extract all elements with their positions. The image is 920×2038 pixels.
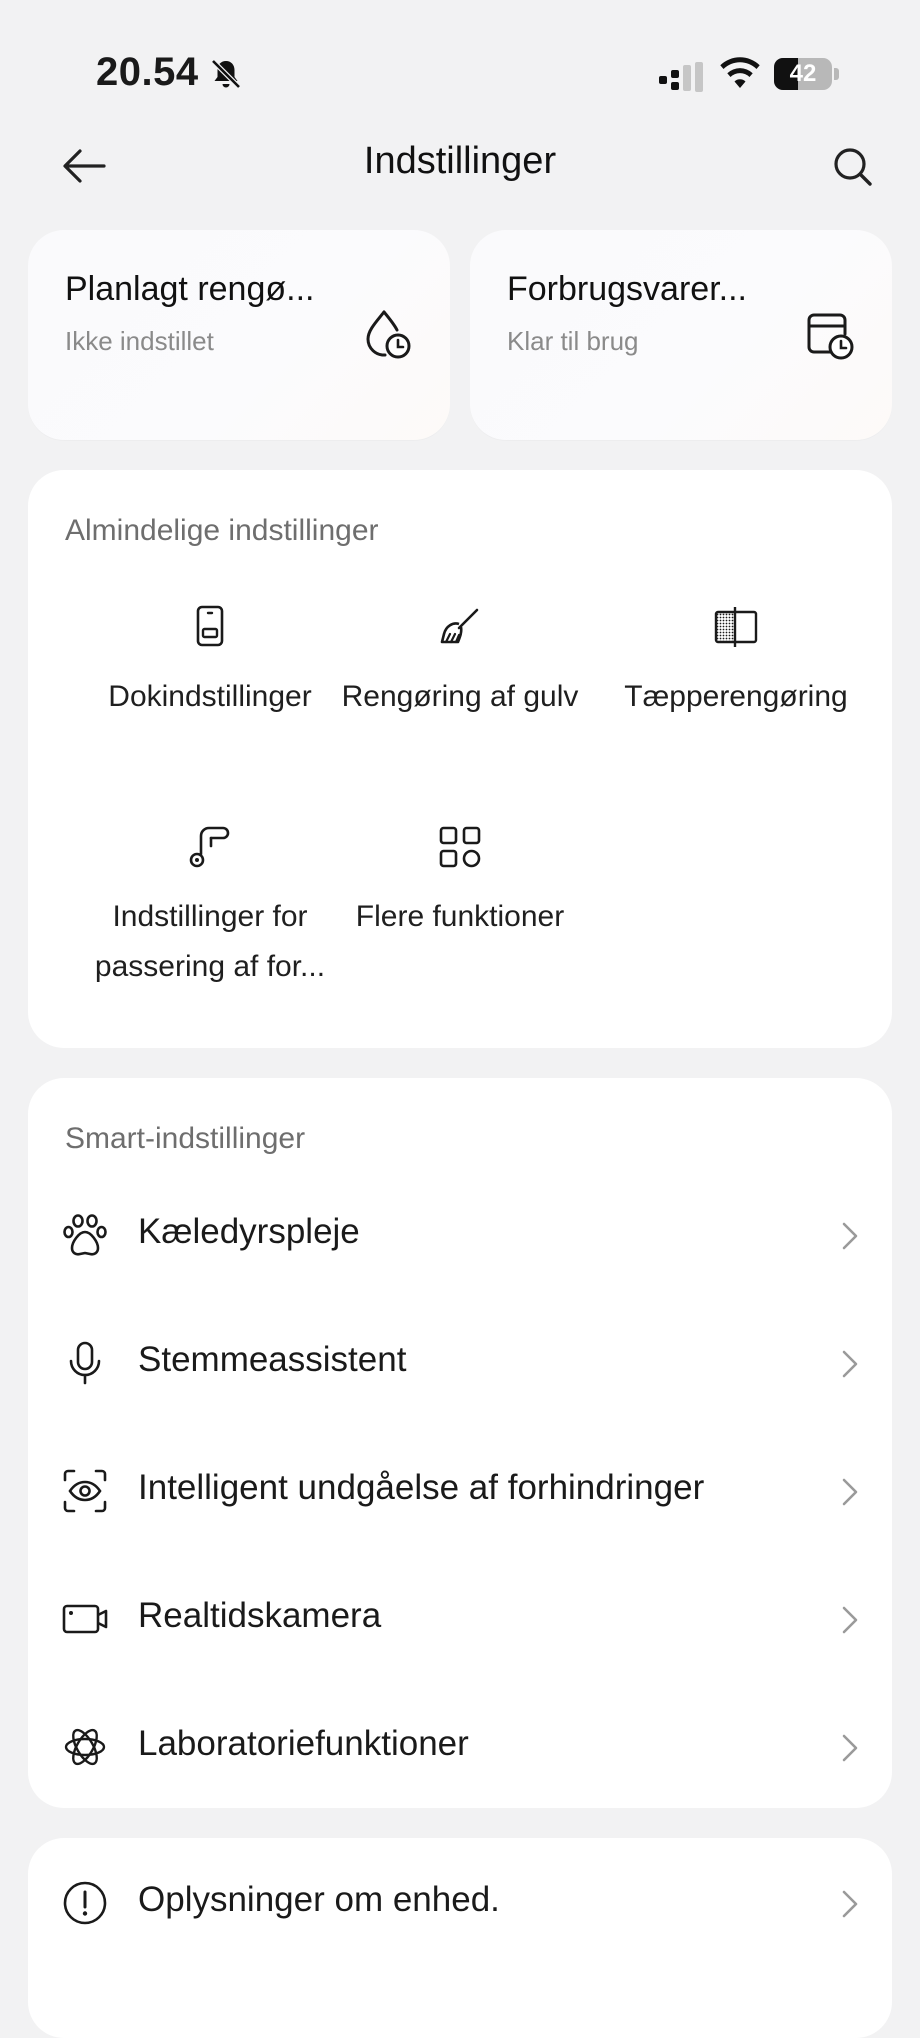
mop-icon: [440, 608, 479, 644]
chevron-right-icon: [842, 1734, 858, 1762]
dock-icon: [196, 605, 224, 647]
obstacle-avoidance-row[interactable]: Intelligent undgåelse af forhindringer: [28, 1426, 892, 1554]
page-title: Indstillinger: [363, 140, 557, 182]
row-label: Intelligent undgåelse af forhindringer: [138, 1468, 705, 1507]
chevron-right-icon: [842, 1478, 858, 1506]
grid-icon: [439, 826, 481, 868]
carpet-cleaning-item[interactable]: Tæpperengøring: [596, 604, 876, 722]
battery-level: 42: [789, 60, 817, 87]
row-label: Kæledyrspleje: [138, 1212, 360, 1251]
section-title: Smart-indstillinger: [65, 1122, 306, 1155]
header: Indstillinger: [0, 120, 920, 220]
device-panel: Oplysninger om enhed.: [28, 1838, 892, 2038]
threshold-icon: [189, 826, 230, 868]
dock-settings-item[interactable]: Dokindstillinger: [70, 604, 350, 722]
chevron-right-icon: [842, 1222, 858, 1250]
microphone-icon: [69, 1341, 101, 1385]
section-title: Almindelige indstillinger: [65, 514, 379, 547]
smart-settings-panel: Smart-indstillinger Kæledyrspleje Stemme…: [28, 1078, 892, 1808]
card-title: Planlagt rengø...: [65, 270, 315, 308]
device-info-row[interactable]: Oplysninger om enhed.: [28, 1838, 892, 1966]
status-time: 20.54: [96, 50, 199, 94]
box-clock-icon: [807, 313, 854, 360]
chevron-right-icon: [842, 1606, 858, 1634]
card-title: Forbrugsvarer...: [507, 270, 747, 308]
chevron-right-icon: [842, 1890, 858, 1918]
chevron-right-icon: [842, 1350, 858, 1378]
item-label: Flere funktioner: [355, 900, 565, 933]
item-label: Tæpperengøring: [624, 680, 848, 713]
row-label: Laboratoriefunktioner: [138, 1724, 469, 1763]
general-settings-panel: Almindelige indstillinger Dokindstilling…: [28, 470, 892, 1048]
battery-icon: 42: [774, 58, 840, 92]
status-bar: 20.54 42: [0, 0, 920, 130]
info-icon: [63, 1881, 107, 1925]
scheduled-cleaning-card[interactable]: Planlagt rengø... Ikke indstillet: [28, 230, 450, 440]
more-features-item[interactable]: Flere funktioner: [320, 824, 600, 942]
row-label: Stemmeassistent: [138, 1340, 407, 1379]
threshold-crossing-item[interactable]: Indstillinger for passering af for...: [70, 824, 350, 992]
voice-assistant-row[interactable]: Stemmeassistent: [28, 1298, 892, 1426]
lab-features-row[interactable]: Laboratoriefunktioner: [28, 1682, 892, 1810]
realtime-camera-row[interactable]: Realtidskamera: [28, 1554, 892, 1682]
signal-icon: [659, 62, 703, 92]
card-subtitle: Klar til brug: [507, 326, 639, 356]
drop-clock-icon: [366, 310, 411, 359]
item-label: Indstillinger for passering af for...: [94, 900, 326, 983]
consumables-card[interactable]: Forbrugsvarer... Klar til brug: [470, 230, 892, 440]
pet-care-row[interactable]: Kæledyrspleje: [28, 1170, 892, 1298]
item-label: Rengøring af gulv: [341, 680, 579, 713]
search-icon[interactable]: [826, 140, 880, 194]
paw-icon: [63, 1214, 107, 1256]
row-label: Realtidskamera: [138, 1596, 382, 1635]
camera-icon: [62, 1604, 108, 1634]
row-label: Oplysninger om enhed.: [138, 1880, 500, 1919]
wifi-icon: [720, 57, 760, 88]
lab-icon: [64, 1728, 106, 1766]
item-label: Dokindstillinger: [108, 680, 312, 713]
eye-scan-icon: [63, 1469, 107, 1513]
carpet-icon: [714, 607, 758, 647]
card-subtitle: Ikke indstillet: [65, 326, 214, 356]
floor-cleaning-item[interactable]: Rengøring af gulv: [320, 604, 600, 722]
bell-muted-icon: [211, 59, 241, 89]
